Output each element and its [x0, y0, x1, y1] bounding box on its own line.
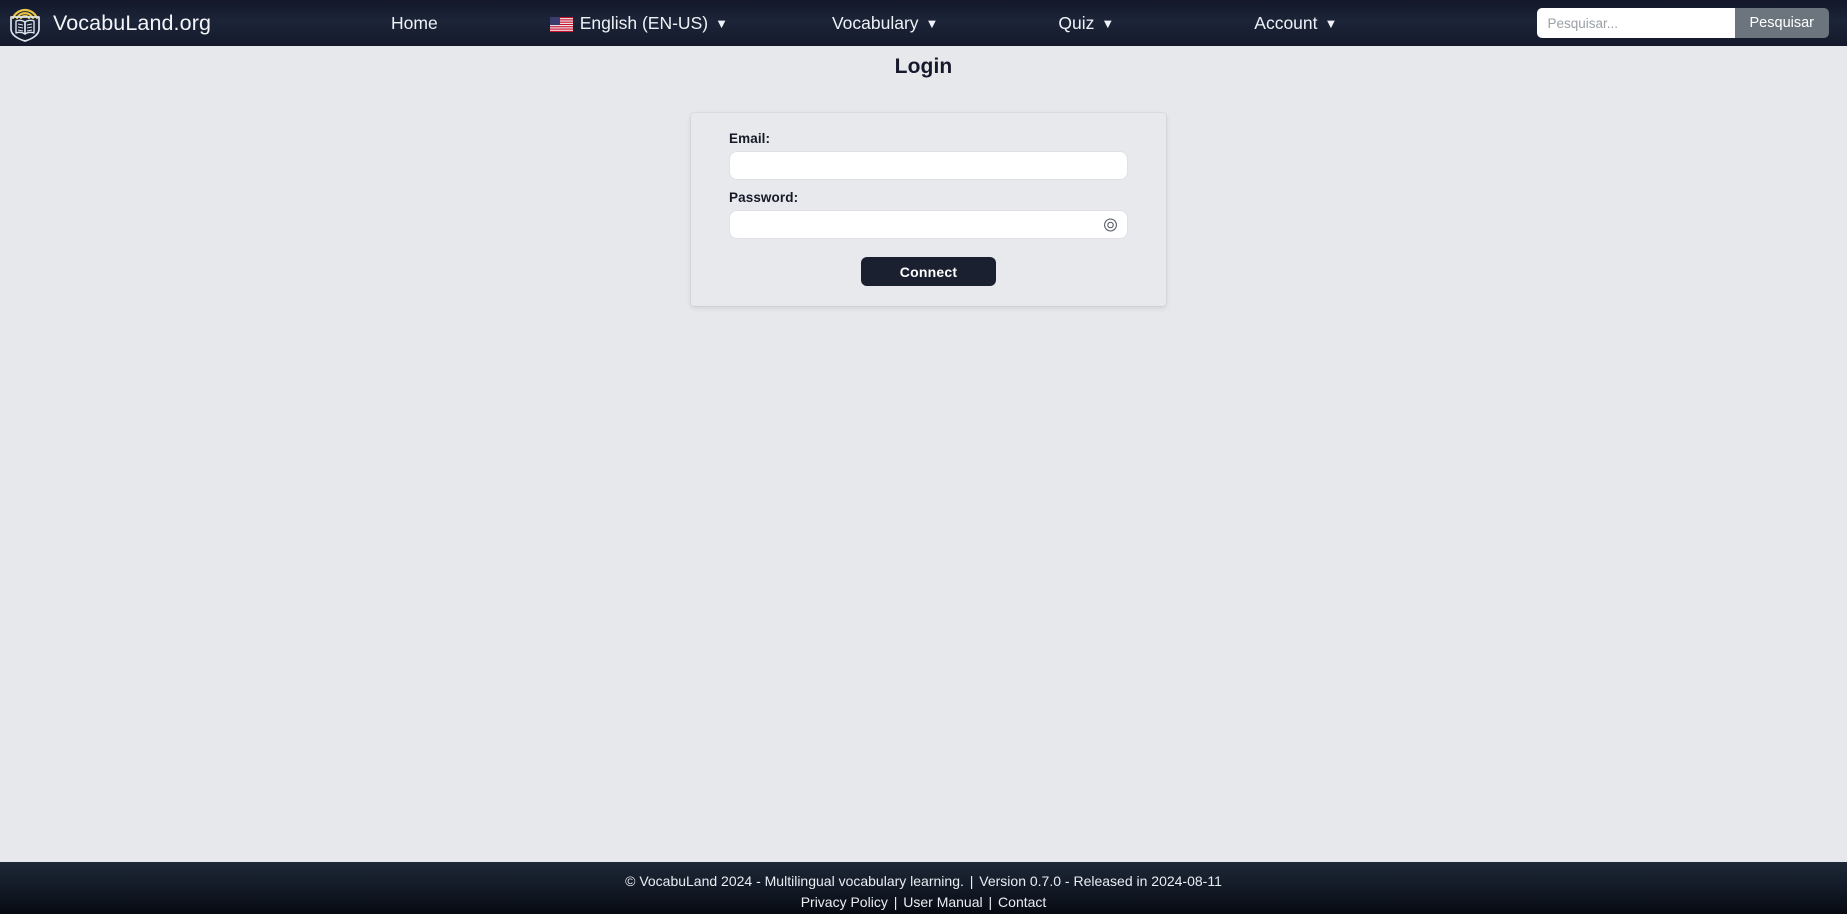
- nav-item-home[interactable]: Home: [391, 9, 438, 38]
- nav-item-account[interactable]: Account ▼: [1254, 9, 1337, 38]
- connect-button[interactable]: Connect: [861, 257, 996, 286]
- nav-item-language[interactable]: English (EN-US) ▼: [549, 9, 728, 38]
- navbar-search-group: Pesquisar: [1536, 8, 1829, 38]
- password-input-wrapper: [729, 210, 1128, 239]
- footer-separator: |: [969, 873, 974, 889]
- footer-copyright: © VocabuLand 2024 - Multilingual vocabul…: [625, 873, 964, 889]
- email-field-group: Email:: [729, 131, 1128, 180]
- nav-item-account-label: Account: [1254, 12, 1318, 33]
- footer-version: Version 0.7.0 - Released in 2024-08-11: [979, 873, 1222, 889]
- email-input[interactable]: [729, 151, 1128, 180]
- search-input[interactable]: [1536, 8, 1735, 38]
- nav-item-quiz-label: Quiz: [1058, 12, 1095, 33]
- password-label: Password:: [729, 190, 799, 205]
- brand-link[interactable]: VocabuLand.org: [0, 0, 211, 46]
- footer-separator: |: [988, 894, 993, 911]
- audiobook-shield-icon: [8, 4, 42, 42]
- footer-info-line: © VocabuLand 2024 - Multilingual vocabul…: [0, 871, 1847, 891]
- footer-link-contact[interactable]: Contact: [998, 894, 1046, 910]
- footer-links-line: Privacy Policy | User Manual | Contact: [0, 892, 1847, 913]
- footer-link-privacy-policy[interactable]: Privacy Policy: [801, 894, 888, 910]
- footer-link-user-manual[interactable]: User Manual: [903, 894, 982, 910]
- nav-item-vocabulary-label: Vocabulary: [831, 12, 919, 33]
- brand-title: VocabuLand.org: [53, 10, 212, 35]
- chevron-down-icon: ▼: [715, 15, 728, 31]
- nav-item-vocabulary[interactable]: Vocabulary ▼: [832, 9, 938, 38]
- nav-item-quiz[interactable]: Quiz ▼: [1058, 9, 1114, 38]
- password-input[interactable]: [729, 210, 1128, 239]
- us-flag-icon: [549, 16, 573, 32]
- email-label: Email:: [729, 131, 771, 146]
- nav-item-language-label: English (EN-US): [579, 12, 709, 33]
- eye-reveal-icon[interactable]: [1103, 217, 1118, 232]
- page-title: Login: [894, 55, 953, 78]
- navbar-links: Home English (EN-US) ▼ Vocabulary ▼ Quiz…: [211, 0, 1847, 46]
- page-footer: © VocabuLand 2024 - Multilingual vocabul…: [0, 862, 1847, 914]
- login-form-card: Email: Password: Connect: [691, 113, 1166, 306]
- top-navbar: VocabuLand.org Home English (EN-US) ▼ Vo…: [0, 0, 1847, 46]
- chevron-down-icon: ▼: [925, 15, 939, 31]
- password-field-group: Password:: [729, 190, 1128, 239]
- footer-separator: |: [893, 894, 898, 911]
- chevron-down-icon: ▼: [1101, 15, 1115, 31]
- nav-item-home-label: Home: [391, 12, 438, 33]
- search-button[interactable]: Pesquisar: [1734, 8, 1829, 38]
- chevron-down-icon: ▼: [1324, 15, 1338, 31]
